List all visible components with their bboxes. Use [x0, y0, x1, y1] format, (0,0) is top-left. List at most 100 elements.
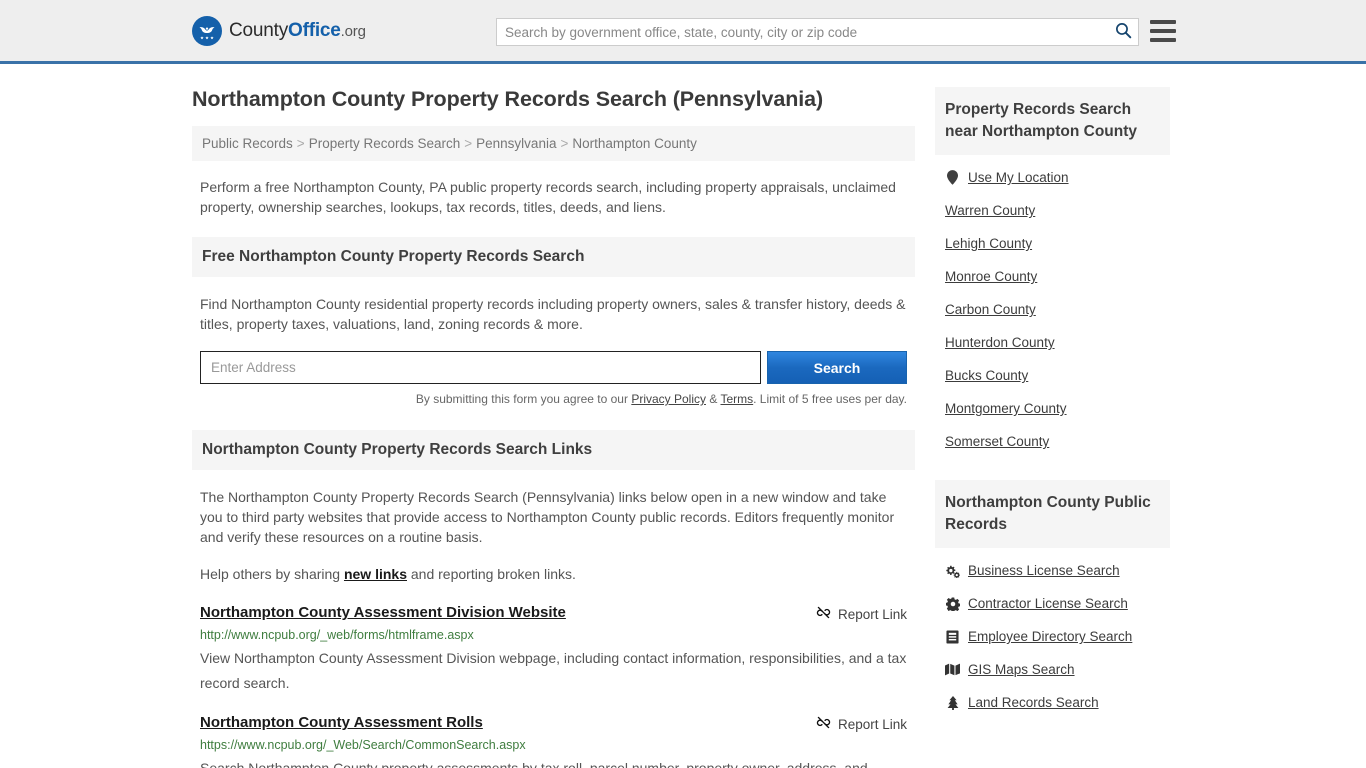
- free-search-heading: Free Northampton County Property Records…: [192, 237, 915, 277]
- privacy-policy-link[interactable]: Privacy Policy: [631, 392, 706, 406]
- tree-icon: [945, 695, 960, 710]
- address-search-form: Search: [200, 351, 907, 384]
- breadcrumb-item-public-records[interactable]: Public Records: [202, 136, 293, 151]
- sidebar-item-gis-maps-search[interactable]: GIS Maps Search: [935, 653, 1170, 686]
- search-submit-button[interactable]: [1108, 19, 1138, 45]
- links-section-body: The Northampton County Property Records …: [192, 487, 915, 584]
- report-link-button[interactable]: Report Link: [816, 604, 907, 623]
- link-entry-header: Northampton County Assessment Division W…: [200, 604, 907, 623]
- new-links-link[interactable]: new links: [344, 566, 407, 582]
- page-container: Northampton County Property Records Sear…: [0, 64, 1366, 768]
- sidebar-item-montgomery-county[interactable]: Montgomery County: [935, 392, 1170, 425]
- search-input[interactable]: [497, 19, 1108, 45]
- sidebar-link-gis-maps-search[interactable]: GIS Maps Search: [968, 662, 1075, 677]
- sidebar-link-montgomery-county[interactable]: Montgomery County: [945, 401, 1067, 416]
- breadcrumb-separator: >: [560, 136, 569, 151]
- share-text-post: and reporting broken links.: [407, 566, 576, 582]
- breadcrumb: Public Records > Property Records Search > P…: [192, 126, 915, 161]
- sidebar-link-business-license-search[interactable]: Business License Search: [968, 563, 1120, 578]
- sidebar-item-land-records-search[interactable]: Land Records Search: [935, 686, 1170, 719]
- link-url: http://www.ncpub.org/_web/forms/htmlfram…: [200, 628, 474, 642]
- sidebar-link-warren-county[interactable]: Warren County: [945, 203, 1035, 218]
- sidebar-link-contractor-license-search[interactable]: Contractor License Search: [968, 596, 1128, 611]
- disclaimer-text-pre: By submitting this form you agree to our: [415, 392, 632, 406]
- breadcrumb-item-pennsylvania[interactable]: Pennsylvania: [476, 136, 556, 151]
- breadcrumb-item-property-records-search[interactable]: Property Records Search: [309, 136, 461, 151]
- share-links-paragraph: Help others by sharing new links and rep…: [200, 564, 907, 584]
- sidebar-link-monroe-county[interactable]: Monroe County: [945, 269, 1037, 284]
- unlink-icon: [816, 605, 831, 623]
- breadcrumb-separator: >: [296, 136, 305, 151]
- link-description: Search Northampton County property asses…: [200, 760, 868, 768]
- id-card-icon: [945, 630, 960, 644]
- hamburger-bar-3: [1150, 38, 1176, 42]
- logo-word-county: County: [229, 19, 289, 41]
- unlink-icon: [816, 715, 831, 733]
- intro-paragraph: Perform a free Northampton County, PA pu…: [200, 179, 896, 215]
- disclaimer-amp: &: [706, 392, 721, 406]
- sidebar-nearby-list: Use My Location Warren County Lehigh Cou…: [935, 161, 1170, 458]
- sidebar-item-bucks-county[interactable]: Bucks County: [935, 359, 1170, 392]
- logo-word-office: Office: [288, 19, 341, 41]
- report-link-button[interactable]: Report Link: [816, 714, 907, 733]
- breadcrumb-item-northampton-county[interactable]: Northampton County: [572, 136, 697, 151]
- link-title[interactable]: Northampton County Assessment Rolls: [200, 714, 483, 731]
- link-title[interactable]: Northampton County Assessment Division W…: [200, 604, 566, 621]
- free-search-description: Find Northampton County residential prop…: [200, 296, 906, 332]
- map-pin-icon: [945, 170, 960, 185]
- sidebar-item-hunterdon-county[interactable]: Hunterdon County: [935, 326, 1170, 359]
- cogs-icon: [945, 564, 960, 578]
- logo-word-org: .org: [340, 22, 366, 40]
- address-search-button[interactable]: Search: [767, 351, 907, 384]
- form-disclaimer: By submitting this form you agree to our…: [200, 392, 907, 406]
- sidebar-item-warren-county[interactable]: Warren County: [935, 194, 1170, 227]
- link-url: https://www.ncpub.org/_Web/Search/Common…: [200, 738, 526, 752]
- site-header: CountyOffice.org: [0, 0, 1366, 64]
- sidebar-public-records-heading: Northampton County Public Records: [935, 480, 1170, 548]
- cog-icon: [945, 597, 960, 611]
- sidebar-link-land-records-search[interactable]: Land Records Search: [968, 695, 1099, 710]
- report-link-label: Report Link: [837, 716, 907, 732]
- search-icon: [1115, 22, 1132, 42]
- eagle-stars-seal-icon: [192, 15, 222, 46]
- sidebar-link-use-my-location[interactable]: Use My Location: [968, 170, 1069, 185]
- sidebar-item-carbon-county[interactable]: Carbon County: [935, 293, 1170, 326]
- share-text-pre: Help others by sharing: [200, 566, 344, 582]
- hamburger-bar-1: [1150, 20, 1176, 24]
- link-entry: Northampton County Assessment Rolls Repo…: [192, 714, 915, 768]
- sidebar-public-records-list: Business License Search Contractor Licen…: [935, 554, 1170, 719]
- disclaimer-text-post: . Limit of 5 free uses per day.: [753, 392, 907, 406]
- main-content: Northampton County Property Records Sear…: [192, 64, 915, 768]
- sidebar-link-carbon-county[interactable]: Carbon County: [945, 302, 1036, 317]
- sidebar-item-lehigh-county[interactable]: Lehigh County: [935, 227, 1170, 260]
- sidebar-public-records-block: Northampton County Public Records Busine…: [935, 480, 1170, 719]
- address-input[interactable]: [200, 351, 761, 384]
- terms-link[interactable]: Terms: [720, 392, 753, 406]
- breadcrumb-separator: >: [464, 136, 473, 151]
- free-search-body: Find Northampton County residential prop…: [192, 294, 915, 334]
- sidebar: Property Records Search near Northampton…: [935, 64, 1170, 768]
- sidebar-item-somerset-county[interactable]: Somerset County: [935, 425, 1170, 458]
- sidebar-item-monroe-county[interactable]: Monroe County: [935, 260, 1170, 293]
- sidebar-item-employee-directory-search[interactable]: Employee Directory Search: [935, 620, 1170, 653]
- link-description: View Northampton County Assessment Divis…: [200, 650, 907, 691]
- sidebar-item-business-license-search[interactable]: Business License Search: [935, 554, 1170, 587]
- hamburger-menu-icon[interactable]: [1150, 20, 1176, 42]
- link-entry-header: Northampton County Assessment Rolls Repo…: [200, 714, 907, 733]
- links-section-paragraph: The Northampton County Property Records …: [200, 489, 895, 545]
- sidebar-link-employee-directory-search[interactable]: Employee Directory Search: [968, 629, 1132, 644]
- link-entry: Northampton County Assessment Division W…: [192, 604, 915, 696]
- site-logo[interactable]: CountyOffice.org: [192, 15, 366, 46]
- report-link-label: Report Link: [837, 606, 907, 622]
- sidebar-link-bucks-county[interactable]: Bucks County: [945, 368, 1028, 383]
- sidebar-link-somerset-county[interactable]: Somerset County: [945, 434, 1049, 449]
- sidebar-nearby-heading: Property Records Search near Northampton…: [935, 87, 1170, 155]
- sidebar-item-use-my-location[interactable]: Use My Location: [935, 161, 1170, 194]
- sidebar-item-contractor-license-search[interactable]: Contractor License Search: [935, 587, 1170, 620]
- sidebar-link-hunterdon-county[interactable]: Hunterdon County: [945, 335, 1055, 350]
- map-icon: [945, 663, 960, 676]
- links-section-heading: Northampton County Property Records Sear…: [192, 430, 915, 470]
- sidebar-nearby-block: Property Records Search near Northampton…: [935, 87, 1170, 458]
- sidebar-link-lehigh-county[interactable]: Lehigh County: [945, 236, 1032, 251]
- global-search-bar[interactable]: [496, 18, 1139, 46]
